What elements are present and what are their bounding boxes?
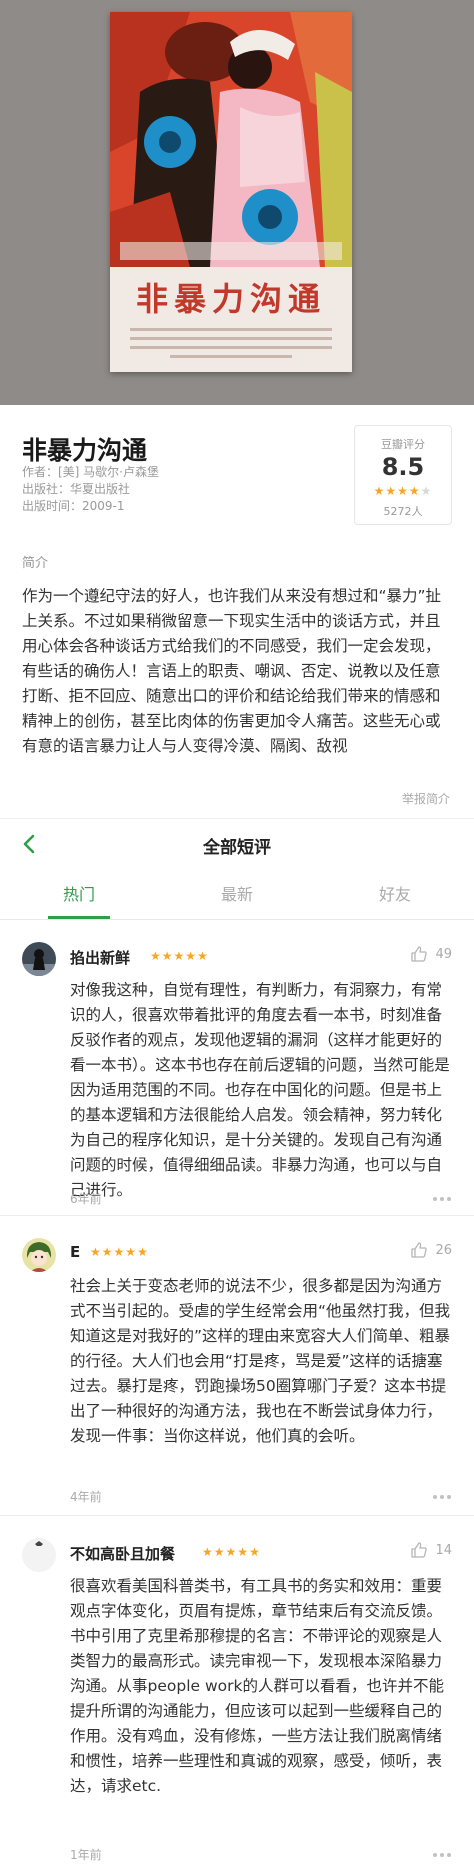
nav-title: 全部短评 [203, 838, 271, 858]
rating-count: 5272人 [383, 505, 423, 518]
star-icon: ★ [185, 949, 198, 963]
star-icon: ★ [125, 1245, 138, 1259]
intro-text: 作为一个遵纪守法的好人，也许我们从来没有想过和“暴力”扯上关系。不过如果稍微留意… [22, 587, 442, 755]
report-intro-link[interactable]: 举报简介 [402, 790, 450, 807]
more-icon[interactable] [432, 1852, 452, 1858]
comment-stars: ★★★★★ [202, 1545, 261, 1559]
nav-bar: 全部短评 [0, 818, 474, 870]
star-icon: ★ [249, 1545, 261, 1559]
tab-bar: 热门 最新 好友 [0, 870, 474, 920]
rating-stars: ★★★★★ [355, 484, 451, 498]
star-icon: ★ [225, 1545, 238, 1559]
book-publisher: 出版社：华夏出版社 [22, 482, 131, 496]
avatar[interactable] [22, 1538, 56, 1572]
like-count: 26 [435, 1243, 452, 1258]
active-tab-indicator [48, 916, 110, 919]
book-info: 非暴力沟通 作者：[美] 马歇尔·卢森堡 出版社：华夏出版社 出版时间：2009… [0, 405, 474, 550]
star-icon: ★ [137, 1245, 149, 1259]
comment-text: 社会上关于变态老师的说法不少，很多都是因为沟通方式不当引起的。受虐的学生经常会用… [70, 1277, 451, 1445]
star-icon: ★ [101, 1245, 114, 1259]
book-cover[interactable]: 非暴力沟通 [110, 12, 352, 372]
cover-blurb [130, 328, 332, 364]
comment-time: 6年前 [70, 1192, 102, 1206]
comment-author[interactable]: 不如高卧且加餐 [70, 1543, 175, 1564]
star-icon: ★ [173, 949, 186, 963]
book-publish-date: 出版时间：2009-1 [22, 499, 125, 513]
star-icon: ★ [161, 949, 174, 963]
like-count: 49 [435, 947, 452, 962]
rating-score: 8.5 [381, 453, 425, 481]
intro-label: 简介 [22, 556, 49, 571]
intro-section: 简介 作为一个遵纪守法的好人，也许我们从来没有想过和“暴力”扯上关系。不过如果稍… [0, 550, 474, 818]
like-count: 14 [435, 1543, 452, 1558]
tab-friends[interactable]: 好友 [316, 870, 474, 920]
star-icon: ★ [150, 949, 162, 963]
comment-time: 1年前 [70, 1848, 102, 1862]
star-icon: ★ [113, 1245, 126, 1259]
avatar[interactable] [22, 1238, 56, 1272]
rating-box[interactable]: 豆瓣评分 8.5 ★★★★★ 5272人 [354, 425, 452, 525]
star-icon: ★ [90, 1245, 102, 1259]
star-icon: ★ [237, 1545, 250, 1559]
comment-time: 4年前 [70, 1490, 102, 1504]
rating-label: 豆瓣评分 [381, 438, 425, 451]
comment-author[interactable]: 掐出新鲜 [70, 947, 130, 968]
book-author: 作者：[美] 马歇尔·卢森堡 [22, 465, 159, 479]
star-icon: ★ [408, 484, 421, 498]
star-icon: ★ [197, 949, 209, 963]
cover-illustration [110, 12, 352, 267]
star-empty-icon: ★ [420, 484, 433, 498]
star-icon: ★ [373, 484, 386, 498]
star-icon: ★ [202, 1545, 214, 1559]
cover-area: 非暴力沟通 [0, 0, 474, 405]
comment-stars: ★★★★★ [150, 949, 209, 963]
more-icon[interactable] [432, 1494, 452, 1500]
comment-item: 不如高卧且加餐 ★★★★★ 14 很喜欢看美国科普类书，有工具书的务实和效用：重… [0, 1516, 474, 1869]
comment-item: 掐出新鲜 ★★★★★ 49 对像我这种，自觉有理性，有判断力，有洞察力，有常识的… [0, 920, 474, 1216]
avatar[interactable] [22, 942, 56, 976]
cover-title: 非暴力沟通 [135, 280, 326, 318]
comment-stars: ★★★★★ [90, 1245, 149, 1259]
tab-latest[interactable]: 最新 [158, 870, 316, 920]
star-icon: ★ [397, 484, 409, 498]
comment-text: 对像我这种，自觉有理性，有判断力，有洞察力，有常识的人，很喜欢带着批评的角度去看… [70, 981, 450, 1199]
star-icon: ★ [385, 484, 398, 498]
thumbs-up-icon[interactable] [410, 1541, 428, 1559]
star-icon: ★ [213, 1545, 226, 1559]
tab-hot[interactable]: 热门 [0, 870, 158, 920]
comment-item: E ★★★★★ 26 社会上关于变态老师的说法不少，很多都是因为沟通方式不当引起… [0, 1216, 474, 1516]
more-icon[interactable] [432, 1196, 452, 1202]
comment-text: 很喜欢看美国科普类书，有工具书的务实和效用：重要观点字体变化，页眉有提炼，章节结… [70, 1577, 444, 1795]
thumbs-up-icon[interactable] [410, 1241, 428, 1259]
thumbs-up-icon[interactable] [410, 945, 428, 963]
comment-author[interactable]: E [70, 1243, 80, 1261]
book-title: 非暴力沟通 [22, 436, 148, 465]
